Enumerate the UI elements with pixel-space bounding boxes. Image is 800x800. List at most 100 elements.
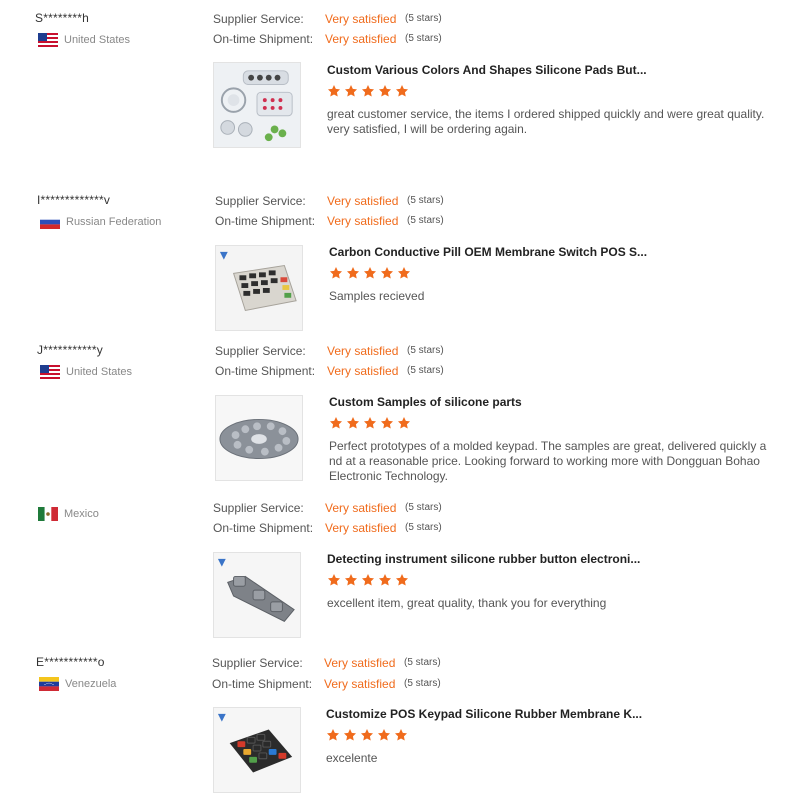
shipment-value: Very satisfied (325, 32, 397, 46)
country-name: United States (64, 34, 131, 46)
silicone-sample-image (216, 396, 302, 480)
supplier-service-label: Supplier Service: (212, 656, 303, 670)
rubber-button-image (214, 553, 300, 637)
product-thumbnail[interactable] (213, 707, 301, 793)
supplier-service-value: Very satisfied (324, 656, 396, 670)
mexico-flag-icon (38, 507, 58, 521)
country-name: Venezuela (65, 678, 117, 690)
review-text: Samples recieved (329, 289, 425, 303)
review-text: excelente (326, 751, 378, 765)
star-icon (363, 416, 377, 430)
country-name: Mexico (64, 508, 99, 520)
star-icon (380, 416, 394, 430)
product-thumbnail[interactable] (215, 245, 303, 331)
buyer-info: I*************v Russian Federation (37, 193, 207, 229)
star-icon (394, 728, 408, 742)
shipment-label: On-time Shipment: (213, 521, 314, 535)
buyer-name: E***********o (36, 655, 105, 669)
supplier-service-value: Very satisfied (325, 12, 397, 26)
supplier-service-label: Supplier Service: (215, 194, 306, 208)
supplier-service-stars: (5 stars) (405, 502, 442, 513)
product-star-rating (329, 266, 411, 282)
product-title-link[interactable]: Custom Various Colors And Shapes Silicon… (327, 63, 647, 77)
shipment-stars: (5 stars) (404, 678, 441, 689)
keypad-product-image (216, 246, 302, 330)
product-thumbnail[interactable] (213, 62, 301, 148)
venezuela-flag-icon (39, 677, 59, 691)
buyer-country: United States (37, 365, 207, 379)
supplier-service-value: Very satisfied (327, 344, 399, 358)
supplier-service-stars: (5 stars) (407, 195, 444, 206)
silicone-pads-image (214, 63, 300, 147)
country-name: United States (66, 366, 133, 378)
star-icon (363, 266, 377, 280)
star-icon (329, 266, 343, 280)
star-icon (380, 266, 394, 280)
review-text: great customer service, the items I orde… (327, 107, 765, 136)
shipment-label: On-time Shipment: (215, 214, 316, 228)
us-flag-icon (40, 365, 60, 379)
product-title-link[interactable]: Customize POS Keypad Silicone Rubber Mem… (326, 707, 642, 721)
review-text: Perfect prototypes of a molded keypad. T… (329, 439, 767, 483)
star-icon (397, 416, 411, 430)
buyer-info: J***********y United States (37, 343, 207, 379)
shipment-value: Very satisfied (327, 214, 399, 228)
buyer-name: S********h (35, 11, 90, 25)
supplier-service-value: Very satisfied (325, 501, 397, 515)
country-name: Russian Federation (66, 216, 162, 228)
buyer-name: I*************v (37, 193, 111, 207)
supplier-service-label: Supplier Service: (215, 344, 306, 358)
shipment-stars: (5 stars) (407, 365, 444, 376)
shipment-stars: (5 stars) (405, 522, 442, 533)
star-icon (397, 266, 411, 280)
product-title-link[interactable]: Detecting instrument silicone rubber but… (327, 552, 640, 566)
shipment-label: On-time Shipment: (212, 677, 313, 691)
star-icon (346, 416, 360, 430)
shipment-stars: (5 stars) (407, 215, 444, 226)
colored-keypad-image (214, 708, 300, 792)
star-icon (378, 84, 392, 98)
star-icon (361, 573, 375, 587)
star-icon (343, 728, 357, 742)
buyer-info: E***********o Venezuela (36, 655, 206, 691)
us-flag-icon (38, 33, 58, 47)
buyer-country: Russian Federation (37, 215, 207, 229)
shipment-label: On-time Shipment: (215, 364, 316, 378)
star-icon (346, 266, 360, 280)
star-icon (327, 84, 341, 98)
star-icon (326, 728, 340, 742)
star-icon (360, 728, 374, 742)
russia-flag-icon (40, 215, 60, 229)
star-icon (395, 573, 409, 587)
product-title-link[interactable]: Custom Samples of silicone parts (329, 395, 522, 409)
shipment-value: Very satisfied (327, 364, 399, 378)
star-icon (377, 728, 391, 742)
supplier-service-stars: (5 stars) (407, 345, 444, 356)
supplier-service-value: Very satisfied (327, 194, 399, 208)
product-title-link[interactable]: Carbon Conductive Pill OEM Membrane Swit… (329, 245, 647, 259)
product-thumbnail[interactable] (215, 395, 303, 481)
buyer-country: Venezuela (36, 677, 206, 691)
buyer-info: S********h United States (35, 11, 205, 47)
buyer-info: Mexico (35, 500, 205, 521)
shipment-value: Very satisfied (324, 677, 396, 691)
star-icon (361, 84, 375, 98)
star-icon (395, 84, 409, 98)
buyer-country: United States (35, 33, 205, 47)
star-icon (344, 84, 358, 98)
product-thumbnail[interactable] (213, 552, 301, 638)
supplier-service-label: Supplier Service: (213, 12, 304, 26)
supplier-service-stars: (5 stars) (404, 657, 441, 668)
product-star-rating (329, 416, 411, 432)
star-icon (378, 573, 392, 587)
buyer-country: Mexico (35, 507, 205, 521)
shipment-value: Very satisfied (325, 521, 397, 535)
supplier-service-label: Supplier Service: (213, 501, 304, 515)
shipment-label: On-time Shipment: (213, 32, 314, 46)
star-icon (329, 416, 343, 430)
shipment-stars: (5 stars) (405, 33, 442, 44)
star-icon (344, 573, 358, 587)
review-text: excellent item, great quality, thank you… (327, 596, 607, 610)
product-star-rating (326, 728, 408, 744)
product-star-rating (327, 84, 409, 100)
